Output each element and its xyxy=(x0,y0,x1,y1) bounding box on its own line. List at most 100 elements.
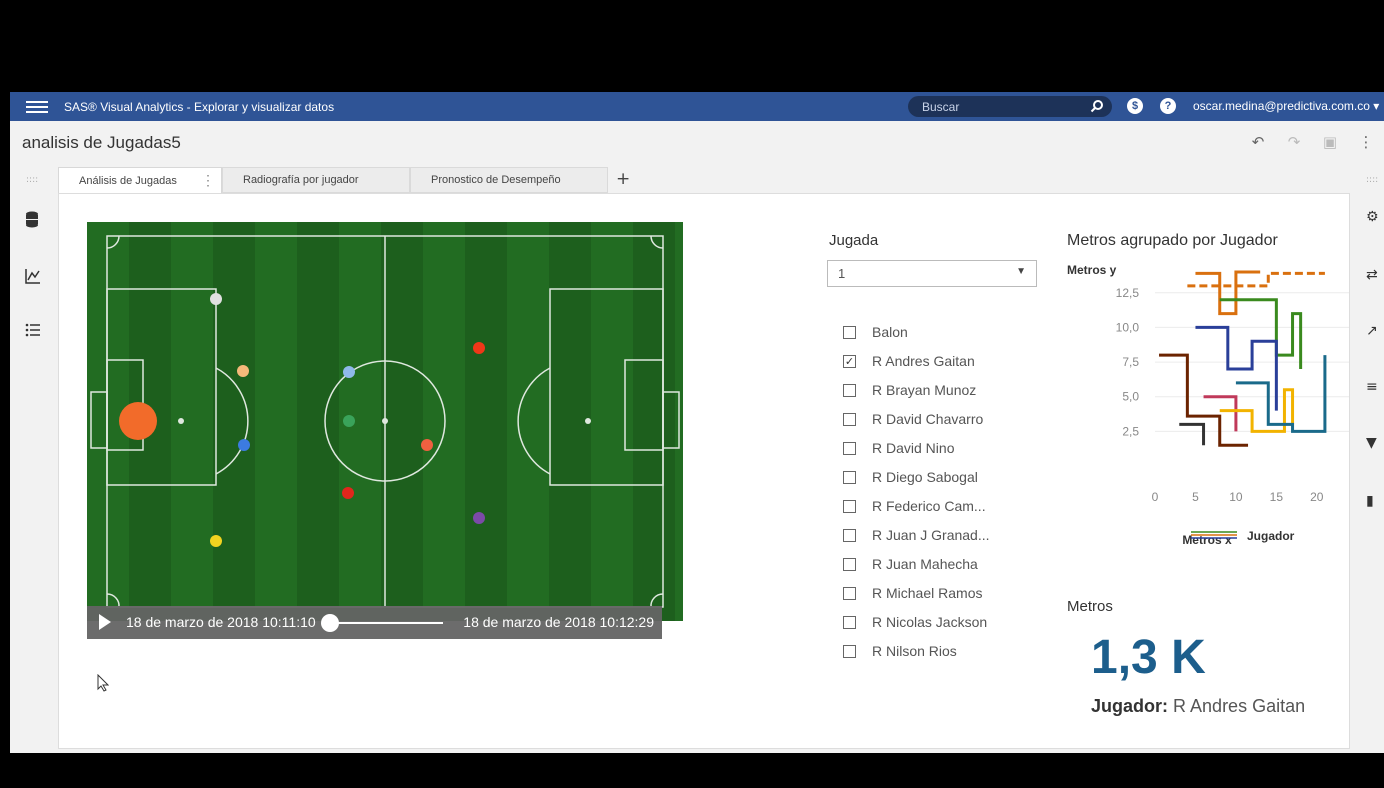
checkbox[interactable] xyxy=(843,499,856,513)
report-title: analisis de Jugadas5 xyxy=(22,133,181,152)
checkbox-label: R David Chavarro xyxy=(872,411,984,427)
letterbox-bottom xyxy=(0,753,1384,788)
checkbox-item[interactable]: R Diego Sabogal xyxy=(843,467,1013,487)
checkbox-label: R Juan Mahecha xyxy=(872,556,978,572)
checkbox[interactable] xyxy=(843,325,856,339)
checkbox[interactable] xyxy=(843,528,856,542)
history-icon[interactable]: $ xyxy=(1127,98,1143,114)
left-rail xyxy=(10,193,58,753)
workspace: analisis de Jugadas5 ↶ ↷ ▣ ⋮ :::: Anális… xyxy=(10,121,1384,753)
jugada-selected-value: 1 xyxy=(838,266,846,281)
checkbox-item[interactable]: ✓ R Andres Gaitan xyxy=(843,351,1013,371)
tab-label: Análisis de Jugadas xyxy=(79,174,177,187)
kpi-sub-value: R Andres Gaitan xyxy=(1173,696,1306,716)
jugada-label: Jugada xyxy=(829,232,879,249)
outline-icon[interactable] xyxy=(24,321,42,339)
checkbox-item[interactable]: R Nilson Rios xyxy=(843,641,1013,661)
checkbox-item[interactable]: R David Nino xyxy=(843,438,1013,458)
start-time: 18 de marzo de 2018 10:11:10 xyxy=(126,614,316,630)
search-input[interactable]: Buscar xyxy=(908,96,1112,117)
checkbox-label: R Federico Cam... xyxy=(872,498,986,514)
help-icon[interactable]: ? xyxy=(1160,98,1176,114)
checkbox-item[interactable]: R David Chavarro xyxy=(843,409,1013,429)
checkbox[interactable]: ✓ xyxy=(843,354,856,368)
checkbox[interactable] xyxy=(843,383,856,397)
series-line xyxy=(1187,271,1325,288)
x-tick-label: 15 xyxy=(1270,490,1284,504)
roles-icon[interactable]: ⇄ xyxy=(1366,267,1384,285)
ranks-icon[interactable]: ▮ xyxy=(1366,493,1384,511)
checkbox-item[interactable]: R Michael Ramos xyxy=(843,583,1013,603)
options-icon[interactable]: ⚙ xyxy=(1366,209,1384,227)
jugada-select[interactable]: 1 ▼ xyxy=(827,260,1037,287)
player-marker xyxy=(238,439,250,451)
checkbox[interactable] xyxy=(843,470,856,484)
legend-title: Jugador xyxy=(1247,529,1295,543)
filters-icon[interactable]: ▼ xyxy=(1366,435,1384,453)
y-axis-label: Metros y xyxy=(1067,263,1117,277)
checkbox[interactable] xyxy=(843,557,856,571)
kpi-subtitle: Jugador: R Andres Gaitan xyxy=(1091,696,1305,717)
checkbox-label: R Michael Ramos xyxy=(872,585,983,601)
tab-analisis-de-jugadas[interactable]: Análisis de Jugadas ⋮ xyxy=(58,167,222,193)
timeline-track[interactable] xyxy=(331,622,443,624)
ball-marker xyxy=(119,402,157,440)
kpi-title: Metros xyxy=(1067,598,1113,615)
checkbox-item[interactable]: R Nicolas Jackson xyxy=(843,612,1013,632)
hamburger-menu-icon[interactable] xyxy=(26,98,48,116)
checkbox-item[interactable]: R Federico Cam... xyxy=(843,496,1013,516)
checkbox[interactable] xyxy=(843,615,856,629)
search-icon[interactable] xyxy=(1090,99,1104,113)
redo-icon[interactable]: ↷ xyxy=(1276,133,1312,151)
checkbox-item[interactable]: R Juan J Granad... xyxy=(843,525,1013,545)
actions-icon[interactable]: ↗ xyxy=(1366,323,1384,341)
checkbox-item[interactable]: R Juan Mahecha xyxy=(843,554,1013,574)
checkbox-label: R Diego Sabogal xyxy=(872,469,978,485)
play-button[interactable] xyxy=(99,614,111,630)
tab-label: Radiografía por jugador xyxy=(243,174,359,186)
tab-pronostico[interactable]: Pronostico de Desempeño xyxy=(410,167,608,193)
chevron-down-icon: ▼ xyxy=(1016,266,1026,277)
player-marker xyxy=(343,415,355,427)
player-marker xyxy=(342,487,354,499)
tab-label: Pronostico de Desempeño xyxy=(431,174,561,186)
more-icon[interactable]: ⋮ xyxy=(1348,133,1384,151)
add-tab-button[interactable]: + xyxy=(616,169,630,189)
undo-icon[interactable]: ↶ xyxy=(1240,133,1276,151)
rules-icon[interactable]: ≡ xyxy=(1366,379,1384,397)
checkbox[interactable] xyxy=(843,586,856,600)
chart-title: Metros agrupado por Jugador xyxy=(1067,232,1278,249)
soccer-pitch xyxy=(87,222,683,621)
pitch-lines xyxy=(90,235,680,608)
grip-icon: :::: xyxy=(1366,175,1379,185)
tab-options-icon[interactable]: ⋮ xyxy=(201,172,215,189)
checkbox-item[interactable]: Balon xyxy=(843,322,1013,342)
kpi-value: 1,3 K xyxy=(1091,631,1206,684)
checkbox[interactable] xyxy=(843,441,856,455)
app-root: SAS® Visual Analytics - Explorar y visua… xyxy=(0,0,1384,788)
user-menu[interactable]: oscar.medina@predictiva.com.co ▾ xyxy=(1193,99,1379,113)
checkbox[interactable] xyxy=(843,412,856,426)
checkbox-label: R Brayan Munoz xyxy=(872,382,977,398)
checkbox-label: Balon xyxy=(872,324,908,340)
tab-radiografia[interactable]: Radiografía por jugador xyxy=(222,167,410,193)
data-icon[interactable] xyxy=(24,211,42,229)
series-line xyxy=(1235,355,1327,433)
y-tick-label: 5,0 xyxy=(1122,390,1139,404)
timeline-thumb[interactable] xyxy=(321,614,339,632)
player-marker xyxy=(473,512,485,524)
checkbox-item[interactable]: R Brayan Munoz xyxy=(843,380,1013,400)
player-marker xyxy=(210,293,222,305)
search-placeholder: Buscar xyxy=(922,99,960,114)
grip-icon: :::: xyxy=(26,175,39,185)
x-tick-label: 10 xyxy=(1229,490,1243,504)
player-marker xyxy=(237,365,249,377)
report-canvas: 18 de marzo de 2018 10:11:10 18 de marzo… xyxy=(58,193,1350,749)
app-title: SAS® Visual Analytics - Explorar y visua… xyxy=(64,99,335,114)
save-icon[interactable]: ▣ xyxy=(1312,133,1348,151)
mouse-cursor-icon xyxy=(97,674,109,692)
objects-icon[interactable] xyxy=(24,267,42,285)
player-marker xyxy=(210,535,222,547)
document-actions: ↶ ↷ ▣ ⋮ xyxy=(1240,133,1384,151)
checkbox[interactable] xyxy=(843,644,856,658)
